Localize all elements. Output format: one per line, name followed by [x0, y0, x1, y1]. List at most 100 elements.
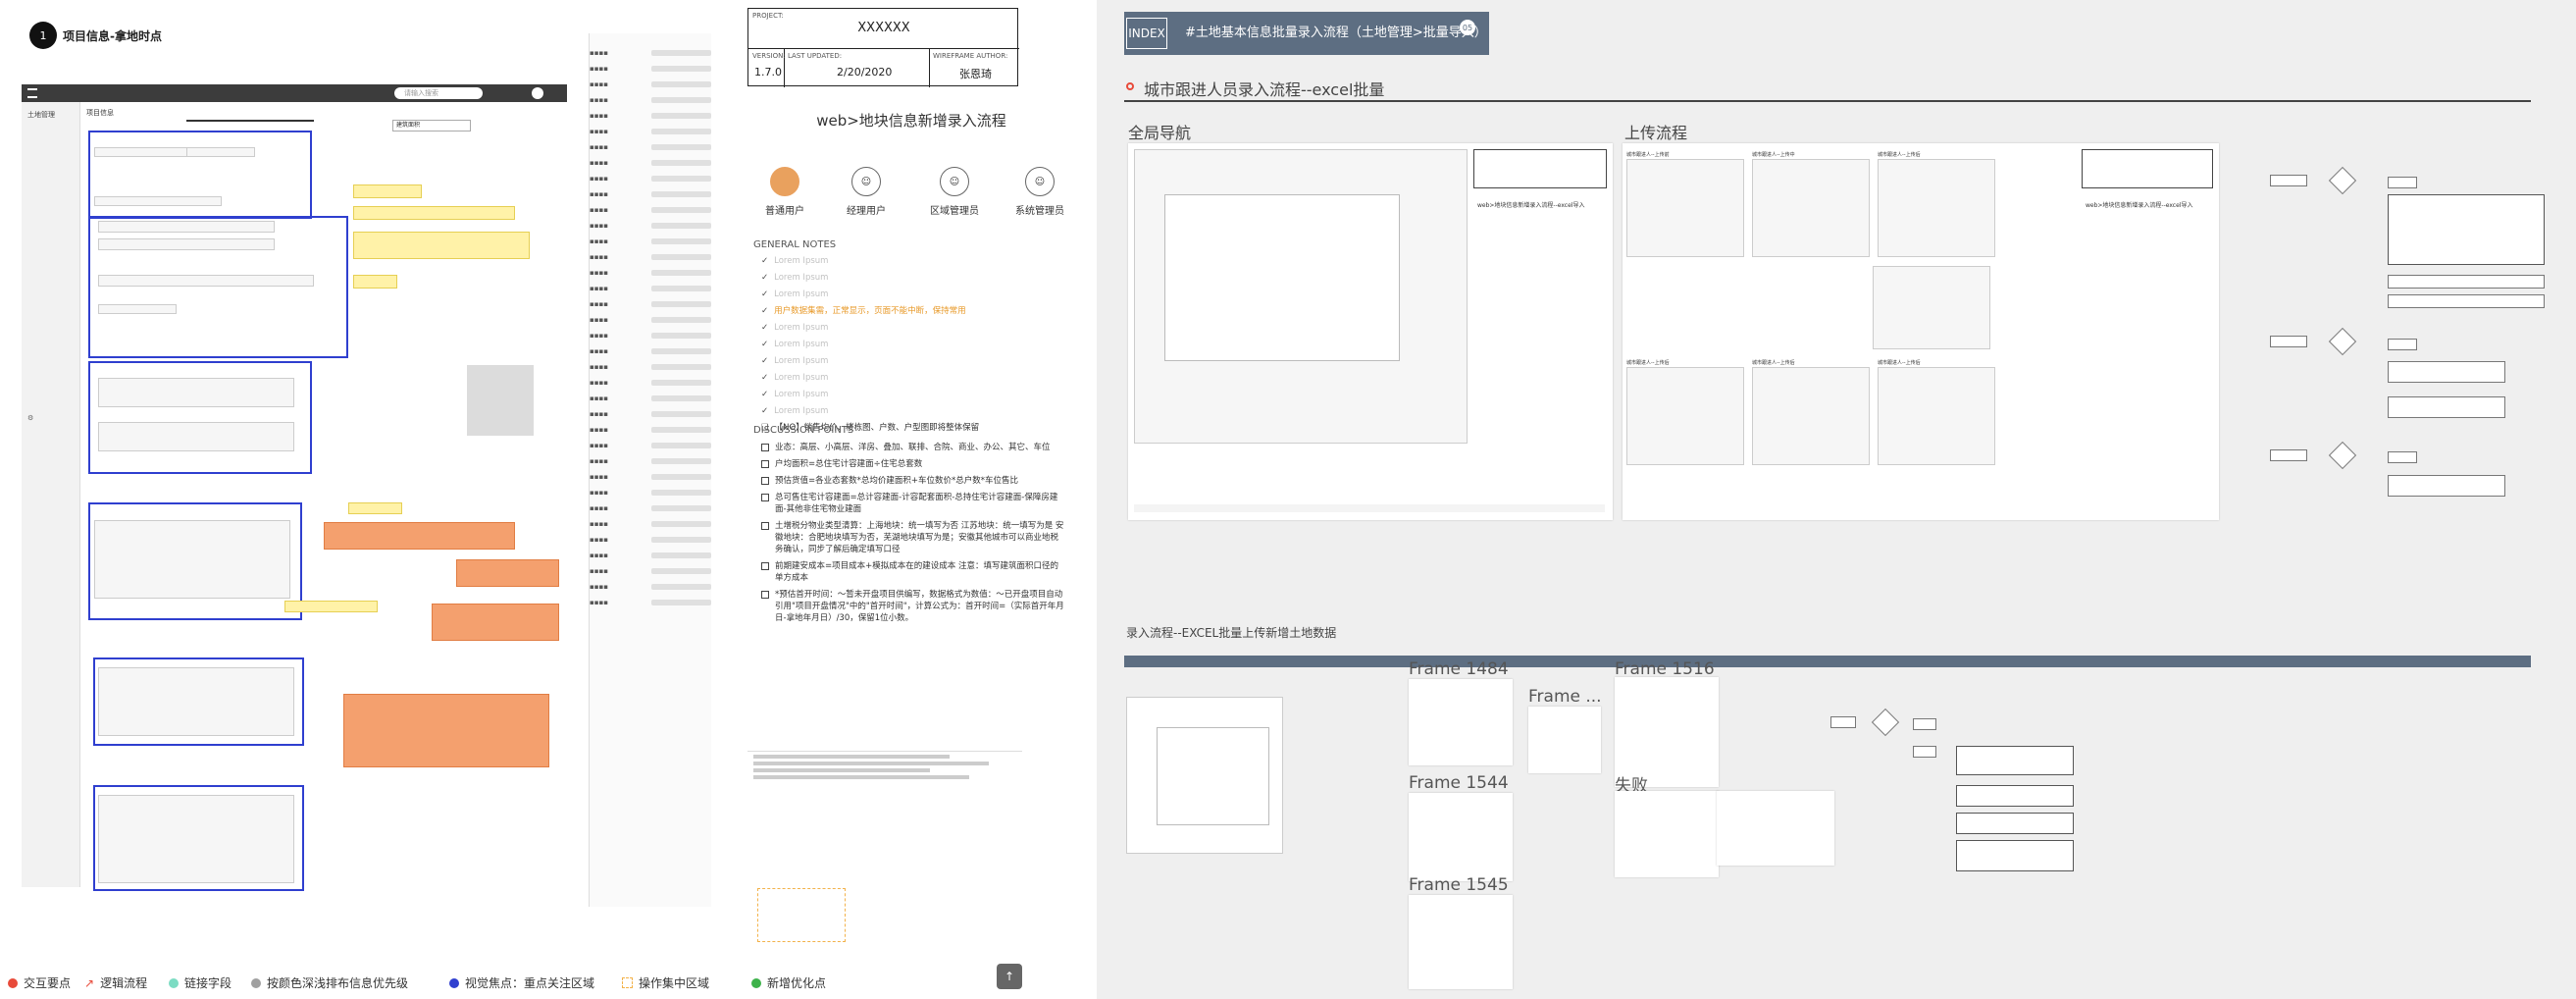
- spec-artboard: PROJECT: XXXXXX VERSION: 1.7.0 LAST UPDA…: [726, 0, 1097, 999]
- flow-node: [2388, 396, 2505, 418]
- form-input[interactable]: [98, 221, 275, 233]
- form-input[interactable]: [186, 147, 255, 157]
- sidebar-item-land[interactable]: 土地管理: [27, 110, 55, 120]
- green-dot-icon: [751, 977, 761, 988]
- section-marker-icon: [1126, 82, 1134, 90]
- flow-node: [2388, 339, 2417, 350]
- discussion-item: 土增税分物业类型清算：上海地块：统一填写为否 江苏地块：统一填写为是 安徽地块：…: [761, 520, 1065, 555]
- discussion-text: 户均面积=总住宅计容建面÷住宅总套数: [775, 459, 923, 469]
- updated-label: LAST UPDATED:: [788, 52, 843, 60]
- excel-screen: [1126, 697, 1283, 854]
- general-notes-list: ✓ Lorem Ipsum ✓ Lorem Ipsum ✓ Lorem Ipsum ✓ 用户数…: [761, 255, 1075, 439]
- field-select[interactable]: 建筑面积: [392, 120, 471, 131]
- user-icon: ☺: [851, 167, 881, 196]
- frame-label: Frame 1545: [1409, 875, 1509, 895]
- frame-1544: [1409, 793, 1513, 881]
- upload-step-screen: [1878, 159, 1995, 257]
- upload-step-screen: [1873, 266, 1990, 349]
- checkbox[interactable]: [761, 477, 769, 485]
- upload-step-screen: [1626, 367, 1744, 465]
- checkbox[interactable]: [761, 562, 769, 570]
- check-icon: ✓: [761, 406, 769, 416]
- check-icon: ✓: [761, 373, 769, 383]
- form-grid: [98, 795, 294, 883]
- yellow-note: [353, 184, 422, 198]
- discussion-item: *预估首开时间：～暂未开盘项目供编写，数据格式为数值：～已开盘项目自动引用"项目…: [761, 589, 1065, 624]
- flow-decision: [2328, 327, 2357, 356]
- author-value: 张恩琦: [959, 68, 992, 80]
- upload-step-screen: [1878, 367, 1995, 465]
- flow-arrow-icon: ↗: [84, 975, 95, 990]
- flow-note: [1956, 746, 2074, 775]
- flow-note: [1956, 785, 2074, 807]
- progress-track: [186, 120, 314, 122]
- discussion-item: 总可售住宅计容建面=总计容建面-计容配套面积-总持住宅计容建面-保障房建面-其他…: [761, 492, 1065, 515]
- search-input[interactable]: 请输入搜索: [394, 87, 483, 99]
- flow-node: [1913, 746, 1936, 758]
- check-icon: ✓: [761, 273, 769, 283]
- mini-spec: web>地块信息新增录入流程--excel导入: [2082, 149, 2213, 444]
- orange-note: [343, 694, 549, 767]
- discussion-text: 业态：高层、小高层、洋房、叠加、联排、合院、商业、办公、其它、车位: [775, 443, 1051, 452]
- blue-dot-icon: [449, 977, 459, 988]
- frame-label: Frame 1516: [1615, 659, 1715, 679]
- form-input[interactable]: [98, 238, 275, 250]
- frame-label: Frame 1544: [1409, 773, 1509, 793]
- general-note-text: Lorem Ipsum: [774, 340, 829, 349]
- step-badge: 1: [29, 22, 57, 49]
- check-icon: ✓: [761, 340, 769, 349]
- general-note-text: Lorem Ipsum: [774, 390, 829, 399]
- user-icon: ☺: [940, 167, 969, 196]
- mini-legend: [1134, 504, 1605, 512]
- legend-item: 按颜色深浅排布信息优先级: [251, 974, 408, 991]
- checkbox[interactable]: [761, 522, 769, 530]
- form-input[interactable]: [98, 275, 314, 287]
- upload-step-label: 城市跟进人--上传后: [1878, 152, 1921, 158]
- frame-1545: [1409, 895, 1513, 989]
- discussion-text: 总可售住宅计容建面=总计容建面-计容配套面积-总持住宅计容建面-保障房建面-其他…: [775, 493, 1058, 514]
- menu-icon[interactable]: [27, 88, 37, 98]
- flow-node: [2388, 275, 2545, 289]
- discussion-text: *预估首开时间：～暂未开盘项目供编写，数据格式为数值：～已开盘项目自动引用"项目…: [775, 590, 1064, 623]
- tab-project-info[interactable]: 项目信息: [86, 108, 114, 118]
- flow-node: [1830, 716, 1856, 728]
- mini-doc-title: web>地块信息新增录入流程--excel导入: [2086, 202, 2193, 209]
- form-input[interactable]: [98, 304, 177, 314]
- form-grid: [98, 422, 294, 451]
- upload-step-label: 城市跟进人--上传后: [1878, 360, 1921, 366]
- flow-decision: [1871, 708, 1900, 737]
- avatar[interactable]: [532, 87, 543, 99]
- global-nav-frame: web>地块信息新增录入流程--excel导入: [1128, 143, 1613, 520]
- sub-section-bar: [1124, 656, 2531, 667]
- project-value: XXXXXX: [857, 21, 910, 35]
- form-input[interactable]: [94, 196, 222, 206]
- teal-dot-icon: [169, 977, 179, 988]
- doc-header-box: PROJECT: XXXXXX VERSION: 1.7.0 LAST UPDA…: [747, 8, 1019, 87]
- upload-flow-frame: 城市跟进人--上传前 城市跟进人--上传中 城市跟进人--上传后 城市跟进人--…: [1623, 143, 2219, 520]
- general-note-text: 用户数据集需，正常显示，页面不能中断，保持常用: [774, 306, 966, 316]
- artboard-title: 项目信息-拿地时点: [63, 29, 162, 43]
- orange-note: [324, 522, 515, 550]
- checkbox[interactable]: [761, 460, 769, 468]
- project-label: PROJECT:: [752, 12, 784, 20]
- general-note-item: ✓ Lorem Ipsum: [761, 405, 1075, 417]
- checkbox[interactable]: [761, 444, 769, 451]
- flow-node: [2388, 361, 2505, 383]
- yellow-note: [353, 275, 397, 289]
- legend-label: 按颜色深浅排布信息优先级: [267, 976, 409, 990]
- checkbox[interactable]: [761, 494, 769, 501]
- scroll-top-button[interactable]: ↑: [997, 964, 1022, 989]
- yellow-note: [284, 601, 378, 612]
- frame-1484: [1409, 679, 1513, 765]
- checkbox[interactable]: [761, 591, 769, 599]
- spec-panel: ▪▪▪▪ ▪▪▪▪ ▪▪▪▪ ▪▪▪▪ ▪▪▪▪ ▪▪▪▪ ▪▪▪▪ ▪▪▪▪ …: [589, 33, 711, 907]
- legend-item: 视觉焦点：重点关注区域: [449, 974, 594, 991]
- panel-title-global-nav: 全局导航: [1128, 124, 1192, 142]
- section-title: 城市跟进人员录入流程--excel批量: [1144, 80, 1385, 99]
- general-note-item: ✓ Lorem Ipsum: [761, 389, 1075, 400]
- sidebar-item-settings[interactable]: ⚙: [27, 414, 33, 422]
- check-icon: ✓: [761, 256, 769, 266]
- discussion-item: 前期建安成本=项目成本+模拟成本在的建设成本 注意：填写建筑面积口径的单方成本: [761, 560, 1065, 584]
- mock-table: [1157, 727, 1269, 825]
- role-system-admin: ☺ 系统管理员: [1005, 167, 1074, 217]
